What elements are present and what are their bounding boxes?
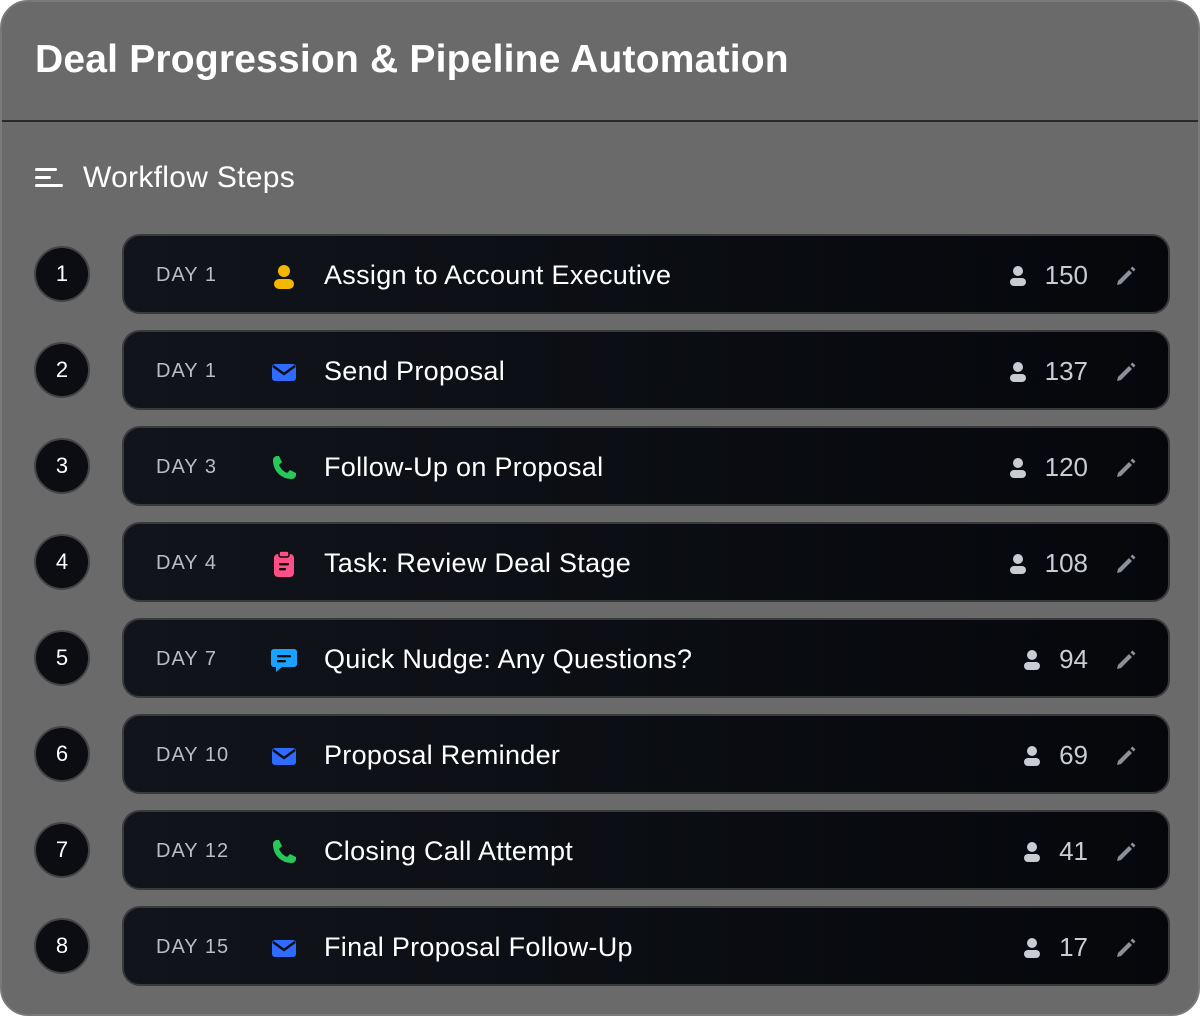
menu-icon[interactable] (35, 167, 63, 189)
page-title: Deal Progression & Pipeline Automation (35, 38, 789, 81)
step-number-badge: 3 (34, 438, 90, 494)
recipient-count-value: 41 (1059, 836, 1088, 866)
recipient-count-value: 120 (1044, 452, 1088, 482)
phone-icon (270, 838, 298, 866)
step-card[interactable]: DAY 3 Follow-Up on Proposal 120 (122, 426, 1170, 506)
step-day: DAY 10 (156, 744, 230, 766)
recipient-count-value: 69 (1059, 740, 1088, 770)
step-day: DAY 1 (156, 360, 217, 382)
step-card[interactable]: DAY 4 Task: Review Deal Stage 108 (122, 522, 1170, 602)
step-day: DAY 15 (156, 936, 230, 958)
section-title: Workflow Steps (83, 161, 296, 194)
step-card[interactable]: DAY 1 Assign to Account Executive 150 (122, 234, 1170, 314)
recipient-count-value: 94 (1059, 644, 1088, 674)
step-label: Task: Review Deal Stage (324, 548, 632, 578)
user-icon (1009, 457, 1027, 479)
person-icon (270, 262, 298, 290)
recipient-count: 41 (1023, 836, 1088, 867)
step-label: Final Proposal Follow-Up (324, 932, 633, 962)
recipient-count: 120 (1009, 452, 1088, 483)
step-number-badge: 4 (34, 534, 90, 590)
step-label: Quick Nudge: Any Questions? (324, 644, 693, 674)
recipient-count: 69 (1023, 740, 1088, 771)
step-label: Closing Call Attempt (324, 836, 574, 866)
workflow-panel: Deal Progression & Pipeline Automation W… (0, 0, 1200, 1016)
workflow-step[interactable]: 1 DAY 1 Assign to Account Executive 150 (2, 234, 1198, 314)
edit-icon[interactable] (1114, 456, 1138, 480)
edit-icon[interactable] (1114, 840, 1138, 864)
step-label: Follow-Up on Proposal (324, 452, 604, 482)
user-icon (1023, 841, 1041, 863)
step-number-badge: 8 (34, 918, 90, 974)
recipient-count: 150 (1009, 260, 1088, 291)
step-card[interactable]: DAY 15 Final Proposal Follow-Up 17 (122, 906, 1170, 986)
task-icon (270, 550, 298, 578)
edit-icon[interactable] (1114, 744, 1138, 768)
recipient-count: 108 (1009, 548, 1088, 579)
step-number-badge: 1 (34, 246, 90, 302)
workflow-step[interactable]: 2 DAY 1 Send Proposal 137 (2, 330, 1198, 410)
recipient-count: 137 (1009, 356, 1088, 387)
step-number-badge: 2 (34, 342, 90, 398)
mail-icon (270, 934, 298, 962)
user-icon (1023, 649, 1041, 671)
workflow-step[interactable]: 5 DAY 7 Quick Nudge: Any Questions? 94 (2, 618, 1198, 698)
edit-icon[interactable] (1114, 936, 1138, 960)
step-day: DAY 3 (156, 456, 217, 478)
step-card[interactable]: DAY 7 Quick Nudge: Any Questions? 94 (122, 618, 1170, 698)
step-number-badge: 6 (34, 726, 90, 782)
recipient-count: 17 (1023, 932, 1088, 963)
mail-icon (270, 358, 298, 386)
user-icon (1009, 361, 1027, 383)
recipient-count-value: 150 (1044, 260, 1088, 290)
workflow-step[interactable]: 6 DAY 10 Proposal Reminder 69 (2, 714, 1198, 794)
step-number-badge: 5 (34, 630, 90, 686)
workflow-step[interactable]: 8 DAY 15 Final Proposal Follow-Up 17 (2, 906, 1198, 986)
step-day: DAY 4 (156, 552, 217, 574)
recipient-count: 94 (1023, 644, 1088, 675)
phone-icon (270, 454, 298, 482)
workflow-step[interactable]: 4 DAY 4 Task: Review Deal Stage 108 (2, 522, 1198, 602)
step-card[interactable]: DAY 12 Closing Call Attempt 41 (122, 810, 1170, 890)
recipient-count-value: 17 (1059, 932, 1088, 962)
chat-icon (270, 646, 298, 674)
edit-icon[interactable] (1114, 360, 1138, 384)
edit-icon[interactable] (1114, 264, 1138, 288)
user-icon (1023, 745, 1041, 767)
step-card[interactable]: DAY 10 Proposal Reminder 69 (122, 714, 1170, 794)
user-icon (1009, 265, 1027, 287)
step-label: Send Proposal (324, 356, 506, 386)
step-label: Proposal Reminder (324, 740, 561, 770)
panel-header: Deal Progression & Pipeline Automation (2, 2, 1198, 122)
edit-icon[interactable] (1114, 648, 1138, 672)
workflow-step[interactable]: 7 DAY 12 Closing Call Attempt 41 (2, 810, 1198, 890)
step-day: DAY 12 (156, 840, 230, 862)
section-header: Workflow Steps (2, 148, 1198, 208)
user-icon (1009, 553, 1027, 575)
step-number-badge: 7 (34, 822, 90, 878)
step-day: DAY 7 (156, 648, 217, 670)
workflow-step[interactable]: 3 DAY 3 Follow-Up on Proposal 120 (2, 426, 1198, 506)
step-label: Assign to Account Executive (324, 260, 672, 290)
mail-icon (270, 742, 298, 770)
user-icon (1023, 937, 1041, 959)
step-day: DAY 1 (156, 264, 217, 286)
step-card[interactable]: DAY 1 Send Proposal 137 (122, 330, 1170, 410)
edit-icon[interactable] (1114, 552, 1138, 576)
recipient-count-value: 108 (1044, 548, 1088, 578)
recipient-count-value: 137 (1044, 356, 1088, 386)
